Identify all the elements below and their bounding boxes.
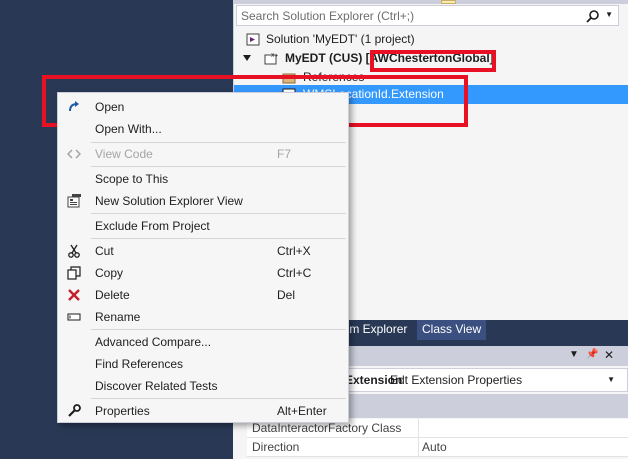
selected-object-type: Edt Extension Properties bbox=[390, 373, 523, 387]
solution-explorer-toolbar bbox=[234, 0, 628, 4]
delete-x-icon bbox=[68, 289, 80, 301]
solution-label: Solution 'MyEDT' (1 project) bbox=[266, 32, 415, 46]
window-position-chevron-icon[interactable]: ▼ bbox=[569, 349, 579, 360]
menu-item-new-solution-explorer-view[interactable]: New Solution Explorer View bbox=[59, 190, 347, 212]
menu-label: New Solution Explorer View bbox=[95, 194, 243, 208]
menu-item-cut[interactable]: Cut Ctrl+X bbox=[59, 240, 347, 262]
menu-label: Delete bbox=[95, 288, 130, 302]
menu-item-exclude-from-project[interactable]: Exclude From Project bbox=[59, 215, 347, 237]
menu-item-view-code[interactable]: View Code F7 bbox=[59, 143, 347, 165]
menu-label: Exclude From Project bbox=[95, 219, 210, 233]
menu-item-delete[interactable]: Delete Del bbox=[59, 284, 347, 306]
menu-label: Discover Related Tests bbox=[95, 379, 218, 393]
menu-label: View Code bbox=[95, 147, 153, 161]
menu-label: Copy bbox=[95, 266, 124, 280]
menu-item-find-references[interactable]: Find References bbox=[59, 353, 347, 375]
menu-separator bbox=[91, 166, 346, 167]
menu-item-copy[interactable]: Copy Ctrl+C bbox=[59, 262, 347, 284]
tab-class-view[interactable]: Class View bbox=[417, 320, 487, 340]
rename-icon bbox=[67, 313, 81, 321]
tree-row-solution[interactable]: Solution 'MyEDT' (1 project) bbox=[234, 30, 628, 49]
menu-item-properties[interactable]: Properties Alt+Enter bbox=[59, 400, 347, 422]
context-menu: Open Open With... View Code F7 Scope to … bbox=[57, 92, 349, 423]
close-icon[interactable]: ✕ bbox=[604, 348, 614, 362]
project-icon: X++ bbox=[264, 53, 278, 65]
search-placeholder: Search Solution Explorer (Ctrl+;) bbox=[241, 9, 415, 23]
search-options-chevron-icon[interactable]: ▼ bbox=[605, 10, 613, 19]
search-box[interactable]: Search Solution Explorer (Ctrl+;) ▼ bbox=[236, 5, 619, 26]
menu-label: Find References bbox=[95, 357, 184, 371]
menu-label: Open bbox=[95, 100, 125, 114]
menu-item-open-with[interactable]: Open With... bbox=[59, 118, 347, 140]
expand-arrow-icon[interactable] bbox=[243, 55, 251, 61]
code-brackets-icon bbox=[67, 149, 81, 159]
menu-item-advanced-compare[interactable]: Advanced Compare... bbox=[59, 331, 347, 353]
menu-shortcut: Ctrl+X bbox=[277, 244, 311, 258]
menu-shortcut: Ctrl+C bbox=[277, 266, 312, 280]
menu-item-scope-to-this[interactable]: Scope to This bbox=[59, 168, 347, 190]
project-highlight-box bbox=[370, 50, 496, 72]
menu-shortcut: Del bbox=[277, 288, 296, 302]
menu-label: Properties bbox=[95, 404, 150, 418]
menu-shortcut: F7 bbox=[277, 147, 292, 161]
menu-shortcut: Alt+Enter bbox=[277, 404, 327, 418]
property-row[interactable]: Direction Auto bbox=[247, 438, 628, 457]
menu-separator bbox=[91, 398, 346, 399]
toolbar-mini-icon[interactable] bbox=[441, 0, 456, 4]
open-arrow-icon bbox=[69, 101, 79, 112]
new-view-icon bbox=[67, 194, 81, 208]
menu-label: Rename bbox=[95, 310, 141, 324]
property-key: DataInteractorFactory Class bbox=[252, 421, 402, 435]
scissors-icon bbox=[68, 244, 80, 258]
solution-icon bbox=[246, 33, 260, 46]
search-icon[interactable] bbox=[586, 9, 600, 23]
menu-label: Open With... bbox=[95, 122, 162, 136]
svg-text:X++: X++ bbox=[271, 53, 278, 59]
menu-item-discover-related-tests[interactable]: Discover Related Tests bbox=[59, 375, 347, 397]
menu-item-open[interactable]: Open bbox=[59, 96, 347, 118]
property-key: Direction bbox=[252, 440, 300, 454]
copy-icon bbox=[67, 266, 81, 280]
property-divider bbox=[418, 438, 419, 457]
menu-item-rename[interactable]: Rename bbox=[59, 306, 347, 328]
property-divider bbox=[418, 419, 419, 438]
menu-label: Advanced Compare... bbox=[95, 335, 212, 349]
pin-icon[interactable]: 📌 bbox=[586, 349, 598, 360]
wrench-icon bbox=[68, 404, 81, 417]
menu-label: Cut bbox=[95, 244, 114, 258]
menu-label: Scope to This bbox=[95, 172, 169, 186]
menu-separator bbox=[91, 213, 346, 214]
property-value[interactable]: Auto bbox=[422, 440, 447, 454]
menu-separator bbox=[91, 238, 346, 239]
chevron-down-icon[interactable]: ▼ bbox=[607, 375, 615, 384]
menu-separator bbox=[91, 329, 346, 330]
